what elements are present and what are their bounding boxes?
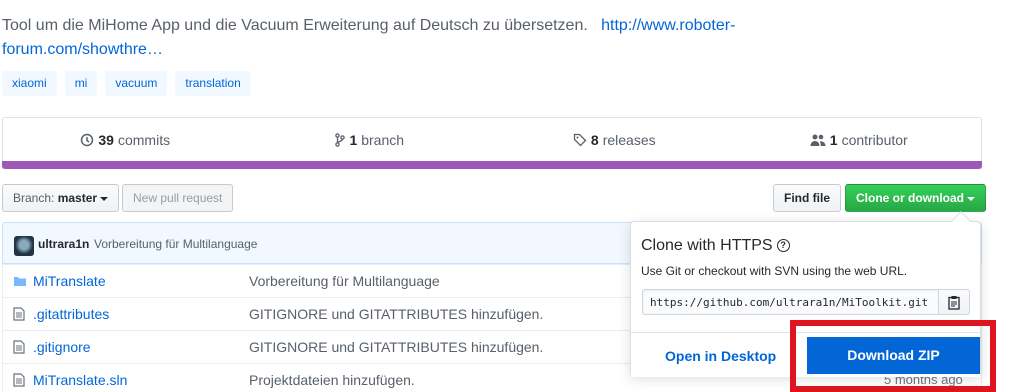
history-icon [81, 133, 94, 147]
commits-label: commits [117, 132, 171, 148]
file-name-link[interactable]: .gitignore [33, 339, 91, 355]
branch-count: 1 [349, 132, 358, 148]
file-name-link[interactable]: MiTranslate.sln [33, 372, 127, 388]
caret-down-icon [100, 196, 109, 201]
releases-count: 8 [590, 132, 599, 148]
copy-url-button[interactable] [938, 289, 970, 315]
topic-tag[interactable]: vacuum [105, 71, 168, 96]
commit-author[interactable]: ultrara1n [38, 237, 89, 251]
commit-message[interactable]: Vorbereitung für Multilanguage [94, 237, 257, 251]
new-pull-request-button[interactable]: New pull request [122, 184, 234, 212]
commits-count: 39 [98, 132, 114, 148]
clone-or-download-button[interactable]: Clone or download [845, 184, 986, 212]
file-commit-message[interactable]: Projektdateien hinzufügen. [249, 372, 415, 388]
caret-down-icon [967, 196, 975, 201]
branches-link[interactable]: 1 branch [248, 132, 493, 148]
topic-tag[interactable]: translation [175, 71, 251, 96]
topic-tag[interactable]: mi [64, 71, 98, 96]
popup-arrow [951, 211, 971, 231]
open-in-desktop-button[interactable]: Open in Desktop [665, 348, 776, 364]
popup-title: Clone with HTTPS? [641, 237, 790, 255]
file-name-link[interactable]: .gitattributes [33, 306, 109, 322]
file-name-link[interactable]: MiTranslate [33, 273, 106, 289]
branch-prefix: Branch: [13, 191, 55, 205]
tag-icon [573, 133, 587, 147]
popup-subtitle: Use Git or checkout with SVN using the w… [641, 264, 908, 278]
clipboard-icon [948, 295, 960, 310]
highlight-box [790, 320, 996, 392]
commits-link[interactable]: 39 commits [3, 132, 248, 148]
file-commit-message[interactable]: GITIGNORE und GITATTRIBUTES hinzufügen. [249, 339, 543, 355]
repo-description: Tool um die MiHome App und die Vacuum Er… [2, 14, 762, 62]
folder-icon [14, 277, 26, 286]
file-icon [13, 373, 25, 387]
contributors-link[interactable]: 1 contributor [737, 132, 982, 148]
branch-select-button[interactable]: Branch: master [2, 184, 120, 212]
branch-icon [335, 133, 346, 147]
popup-title-text: Clone with HTTPS [641, 237, 773, 254]
file-commit-message[interactable]: GITIGNORE und GITATTRIBUTES hinzufügen. [249, 306, 543, 322]
branch-name: master [57, 191, 98, 205]
file-icon [13, 307, 25, 321]
topic-tag[interactable]: xiaomi [2, 71, 57, 96]
contributor-count: 1 [829, 132, 838, 148]
releases-label: releases [602, 132, 656, 148]
find-file-button[interactable]: Find file [773, 184, 841, 212]
repo-summary: 39 commits 1 branch 8 releases 1 contrib… [2, 117, 982, 169]
file-commit-message[interactable]: Vorbereitung für Multilanguage [249, 273, 440, 289]
releases-link[interactable]: 8 releases [492, 132, 737, 148]
clone-url-input[interactable] [642, 289, 939, 315]
language-bar[interactable] [2, 161, 982, 169]
contributor-label: contributor [841, 132, 908, 148]
topics-list: xiaomi mi vacuum translation [2, 71, 251, 96]
question-icon[interactable]: ? [776, 239, 790, 253]
avatar[interactable] [14, 236, 34, 256]
people-icon [810, 134, 826, 146]
branch-label: branch [361, 132, 405, 148]
file-icon [13, 340, 25, 354]
clone-or-download-label: Clone or download [856, 191, 964, 205]
description-text: Tool um die MiHome App und die Vacuum Er… [2, 17, 588, 34]
